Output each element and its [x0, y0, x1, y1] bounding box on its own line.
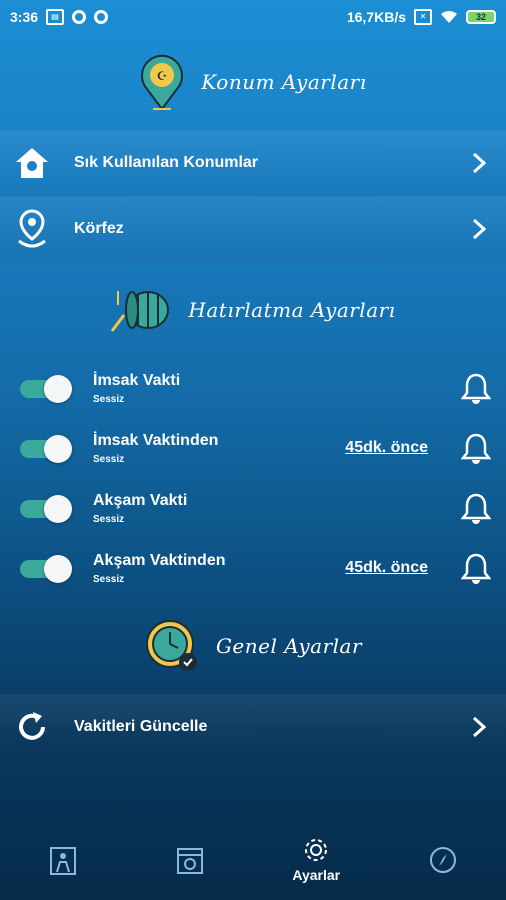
notification-icon [72, 10, 87, 24]
notification-icon-2 [94, 10, 109, 24]
reminder-subtitle: Sessiz [93, 573, 125, 585]
home-pin-icon [12, 143, 52, 183]
refresh-times-label: Vakitleri Güncelle [74, 718, 208, 735]
general-settings-header: Genel Ayarlar [0, 598, 506, 694]
nav-settings[interactable]: Ayarlar [261, 837, 371, 883]
chevron-right-icon [464, 716, 494, 738]
reminder-toggle[interactable] [20, 495, 72, 523]
reminder-settings-header: Hatırlatma Ayarları [0, 262, 506, 358]
reminder-subtitle: Sessiz [93, 513, 125, 525]
location-pin-icon [12, 209, 52, 249]
wifi-icon [441, 10, 457, 23]
calendar-icon [176, 848, 203, 874]
reminder-title: Akşam Vaktinden [93, 551, 226, 569]
favorite-locations-row[interactable]: Sık Kullanılan Konumlar [0, 130, 506, 196]
reminder-title: İmsak Vaktinden [93, 431, 219, 449]
battery-icon: 32 [466, 10, 496, 24]
network-speed: 16,7KB/s [346, 9, 406, 25]
reminder-title: Akşam Vakti [93, 491, 188, 509]
section-title-general: Genel Ayarlar [215, 634, 363, 658]
clock-icon [145, 620, 197, 671]
nav-calendar[interactable] [135, 844, 245, 876]
drum-icon [111, 291, 170, 332]
reminder-row: Akşam Vaktinden Sessiz 45dk. önce [0, 538, 506, 598]
location-settings-header: ☪ Konum Ayarları [0, 34, 506, 130]
bell-icon[interactable] [458, 432, 494, 464]
reminder-offset-link[interactable]: 45dk. önce [345, 559, 428, 577]
reminder-row: İmsak Vaktinden Sessiz 45dk. önce [0, 418, 506, 478]
status-time: 3:36 [10, 9, 39, 25]
sim-icon: ▤ [46, 9, 65, 25]
section-title-location: Konum Ayarları [201, 70, 367, 94]
reminder-subtitle: Sessiz [93, 453, 125, 465]
refresh-icon [12, 707, 52, 747]
bell-icon[interactable] [458, 372, 494, 404]
current-location-label: Körfez [74, 220, 124, 237]
status-bar: 3:36 ▤ 16,7KB/s ✕ 32 [0, 0, 506, 34]
sim-off-icon: ✕ [414, 9, 432, 25]
gear-icon [305, 839, 328, 861]
nav-prayer[interactable] [8, 844, 118, 876]
reminder-subtitle: Sessiz [93, 393, 125, 405]
bottom-navigation: Ayarlar [0, 820, 506, 900]
chevron-right-icon [464, 218, 494, 240]
reminder-toggle[interactable] [20, 555, 72, 583]
chevron-right-icon [464, 152, 494, 174]
reminder-toggle[interactable] [20, 375, 72, 403]
reminder-offset-link[interactable]: 45dk. önce [345, 439, 428, 457]
nav-qibla[interactable] [388, 845, 498, 875]
prayer-icon [50, 847, 77, 875]
current-location-row[interactable]: Körfez [0, 196, 506, 262]
location-settings-icon: ☪ [141, 54, 184, 111]
refresh-times-row[interactable]: Vakitleri Güncelle [0, 694, 506, 760]
compass-icon [429, 847, 456, 873]
reminder-toggle[interactable] [20, 435, 72, 463]
svg-text:☪: ☪ [157, 69, 168, 83]
reminder-row: İmsak Vakti Sessiz [0, 358, 506, 418]
bell-icon[interactable] [458, 492, 494, 524]
favorite-locations-label: Sık Kullanılan Konumlar [74, 154, 259, 171]
nav-settings-label: Ayarlar [292, 867, 341, 883]
reminder-title: İmsak Vakti [93, 371, 181, 389]
reminder-row: Akşam Vakti Sessiz [0, 478, 506, 538]
bell-icon[interactable] [458, 552, 494, 584]
section-title-reminder: Hatırlatma Ayarları [188, 298, 396, 322]
